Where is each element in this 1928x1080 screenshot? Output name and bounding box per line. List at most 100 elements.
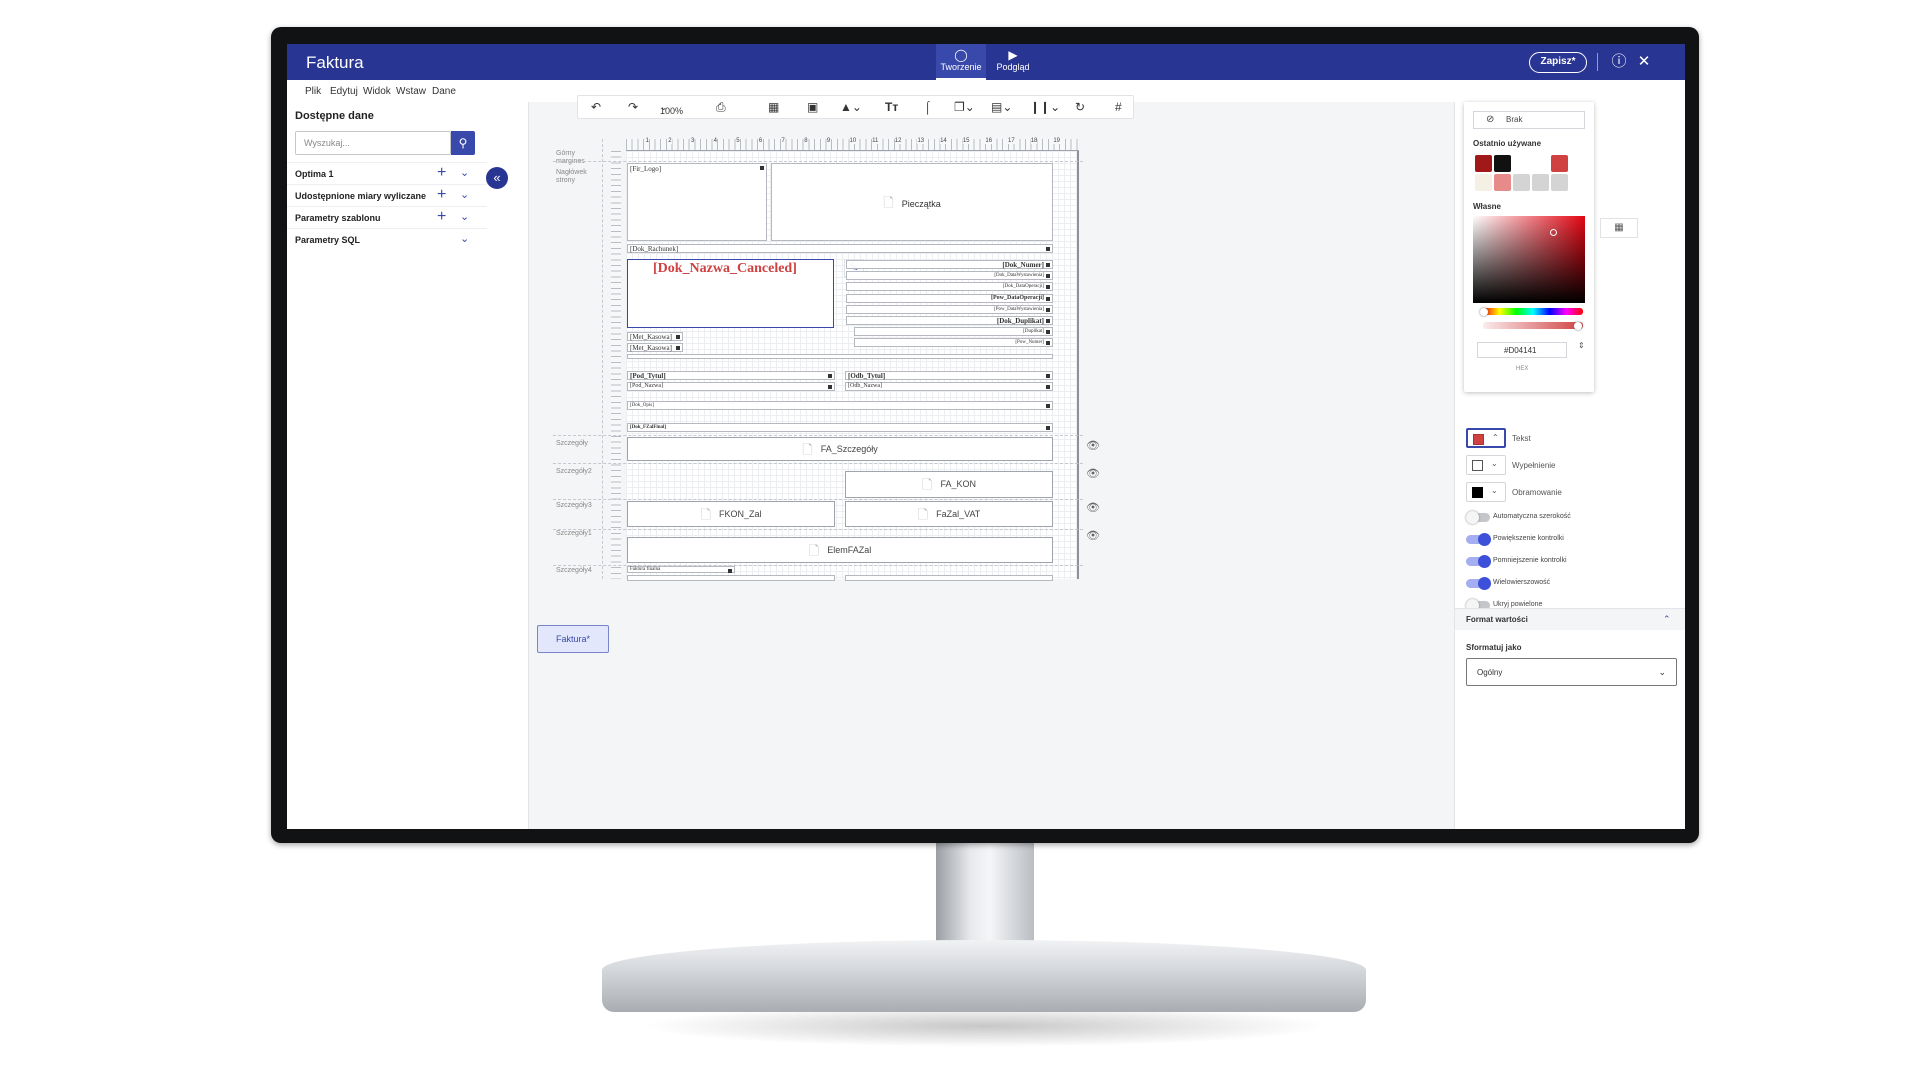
search-input[interactable]: Wyszukaj... — [295, 131, 451, 155]
layers-icon[interactable]: ❐⌄ — [954, 100, 975, 114]
tab-podglad[interactable]: ▶ Podgląd — [988, 44, 1038, 80]
tree-item-parametry-szablonu[interactable]: Parametry szablonu + ⌄ — [287, 206, 487, 228]
attachment-icon[interactable]: ⌠ — [924, 100, 931, 114]
subreport-fazal-vat[interactable]: 🗋 FaZal_VAT — [845, 501, 1053, 527]
columns-icon[interactable]: ❙❙⌄ — [1030, 100, 1060, 114]
field-dok-fzalfinal[interactable]: [Dok_FZalFinal] — [627, 423, 1053, 432]
drag-handle[interactable] — [1046, 404, 1050, 408]
format-section-header[interactable]: Format wartości ⌃ — [1455, 608, 1685, 630]
recent-swatch[interactable] — [1513, 155, 1530, 172]
text-color-button[interactable]: ⌃ — [1466, 428, 1506, 448]
field-fir-logo[interactable]: [Fir_Logo] — [627, 163, 767, 241]
field-dok-dataoperacji[interactable]: [Dok_DataOperacji] — [846, 282, 1053, 291]
image-pieczatka[interactable]: 🗋 Pieczątka — [771, 163, 1053, 241]
menu-wstaw[interactable]: Wstaw — [396, 86, 426, 97]
recent-swatch[interactable] — [1475, 155, 1492, 172]
field-pow-dataoperacji[interactable]: [Pow_DataOperacji] — [846, 294, 1053, 303]
tree-item-parametry-sql[interactable]: Parametry SQL ⌄ — [287, 228, 487, 250]
add-icon[interactable]: + — [437, 164, 446, 182]
text-icon[interactable]: Tт — [885, 100, 898, 114]
drag-handle[interactable] — [1046, 426, 1050, 430]
chevron-down-icon[interactable]: ⌄ — [460, 188, 469, 201]
recent-swatch[interactable] — [1513, 174, 1530, 191]
hue-knob[interactable] — [1480, 308, 1488, 316]
add-icon[interactable]: + — [437, 208, 446, 226]
subreport-fa-szczegoly[interactable]: 🗋 FA_Szczegóły — [627, 437, 1053, 461]
undo-icon[interactable]: ↶ — [591, 100, 601, 114]
field-odb-nazwa[interactable]: [Odb_Nazwa] — [845, 382, 1053, 391]
refresh-icon[interactable]: ↻ — [1075, 100, 1085, 114]
recent-swatch[interactable] — [1475, 174, 1492, 191]
alpha-knob[interactable] — [1574, 322, 1582, 330]
drag-handle[interactable] — [676, 346, 680, 350]
report-tab-faktura[interactable]: Faktura* — [537, 625, 609, 653]
hex-format-toggle[interactable]: ⇕ — [1578, 341, 1585, 350]
recent-swatch[interactable] — [1494, 174, 1511, 191]
zoom-select[interactable]: 100% ⌄ — [660, 102, 683, 116]
recent-swatch[interactable] — [1532, 174, 1549, 191]
no-color-button[interactable]: ⊘ Brak — [1473, 111, 1585, 129]
drag-handle[interactable] — [1046, 385, 1050, 389]
redo-icon[interactable]: ↷ — [628, 100, 638, 114]
format-select[interactable]: Ogólny ⌄ — [1466, 658, 1677, 686]
toggle-shrink[interactable] — [1466, 555, 1491, 568]
hash-icon[interactable]: # — [1115, 100, 1122, 114]
field-met-kasowa[interactable]: [Met_Kasowa] — [627, 332, 683, 341]
subreport-fkon-zal[interactable]: 🗋 FKON_Zal — [627, 501, 835, 527]
image-icon[interactable]: ▣ — [807, 100, 818, 114]
subreport-fa-kon[interactable]: 🗋 FA_KON — [845, 471, 1053, 498]
drag-handle[interactable] — [676, 335, 680, 339]
recent-swatch[interactable] — [1551, 155, 1568, 172]
add-icon[interactable]: + — [437, 186, 446, 204]
menu-dane[interactable]: Dane — [432, 86, 456, 97]
search-button[interactable]: ⚲ — [451, 131, 475, 155]
shapes-icon[interactable]: ▲⌄ — [840, 100, 862, 114]
border-color-button[interactable]: ⌄ — [1466, 482, 1506, 502]
menu-widok[interactable]: Widok — [363, 86, 391, 97]
fill-color-button[interactable]: ⌄ — [1466, 455, 1506, 475]
tab-tworzenie[interactable]: ◯ Tworzenie — [936, 44, 986, 80]
drag-handle[interactable] — [828, 374, 832, 378]
field-dok-duplikat[interactable]: [Dok_Duplikat] — [846, 316, 1053, 325]
subreport-elem-fazal[interactable]: 🗋 ElemFAZal — [627, 537, 1053, 563]
hue-slider[interactable] — [1483, 308, 1583, 315]
eye-icon[interactable]: 👁 — [1086, 529, 1100, 542]
drag-handle[interactable] — [1046, 330, 1050, 334]
drag-handle[interactable] — [1046, 263, 1050, 267]
field-dok-opis[interactable]: [Dok_Opis] — [627, 401, 1053, 410]
save-button[interactable]: Zapisz* — [1529, 52, 1587, 73]
saturation-knob[interactable] — [1550, 229, 1557, 236]
recent-swatch[interactable] — [1494, 155, 1511, 172]
eye-icon[interactable]: 👁 — [1086, 439, 1100, 452]
help-icon[interactable]: ⓘ — [1608, 51, 1630, 73]
print-icon[interactable]: ⎙ — [716, 100, 726, 115]
drag-handle[interactable] — [1046, 341, 1050, 345]
field-pow-datawystawienia[interactable]: [Pow_DataWystawienia] — [846, 305, 1053, 314]
chevron-down-icon[interactable]: ⌄ — [460, 166, 469, 179]
table-icon[interactable]: ▦ — [768, 100, 779, 114]
field-pod-tytul[interactable]: [Pod_Tytul] — [627, 371, 835, 380]
recent-swatch[interactable] — [1551, 174, 1568, 191]
toggle-multiline[interactable] — [1466, 577, 1491, 590]
field-dok-rachunek[interactable]: [Dok_Rachunek] — [627, 244, 1053, 253]
chevron-down-icon[interactable]: ⌄ — [460, 210, 469, 223]
calendar-grid-icon[interactable]: ▦ — [1600, 218, 1638, 238]
layout-icon[interactable]: ▤⌄ — [991, 100, 1012, 114]
drag-handle[interactable] — [1046, 308, 1050, 312]
toggle-grow[interactable] — [1466, 533, 1491, 546]
chevron-down-icon[interactable]: ⌄ — [460, 232, 469, 245]
drag-handle[interactable] — [1046, 374, 1050, 378]
drag-handle[interactable] — [760, 166, 764, 170]
field-odb-tytul[interactable]: [Odb_Tytul] — [845, 371, 1053, 380]
toggle-auto-width[interactable] — [1466, 511, 1490, 524]
tree-item-optima[interactable]: Optima 1 + ⌄ — [287, 162, 487, 184]
field-dok-datawystawienia[interactable]: [Dok_DataWystawienia] — [846, 271, 1053, 280]
eye-icon[interactable]: 👁 — [1086, 501, 1100, 514]
drag-handle[interactable] — [1046, 319, 1050, 323]
menu-edytuj[interactable]: Edytuj — [330, 86, 358, 97]
drag-handle[interactable] — [1046, 285, 1050, 289]
collapse-panel-button[interactable]: « — [486, 167, 508, 189]
drag-handle[interactable] — [1046, 274, 1050, 278]
field-duplikat[interactable]: [Duplikat] — [854, 327, 1053, 336]
menu-plik[interactable]: Plik — [305, 86, 321, 97]
